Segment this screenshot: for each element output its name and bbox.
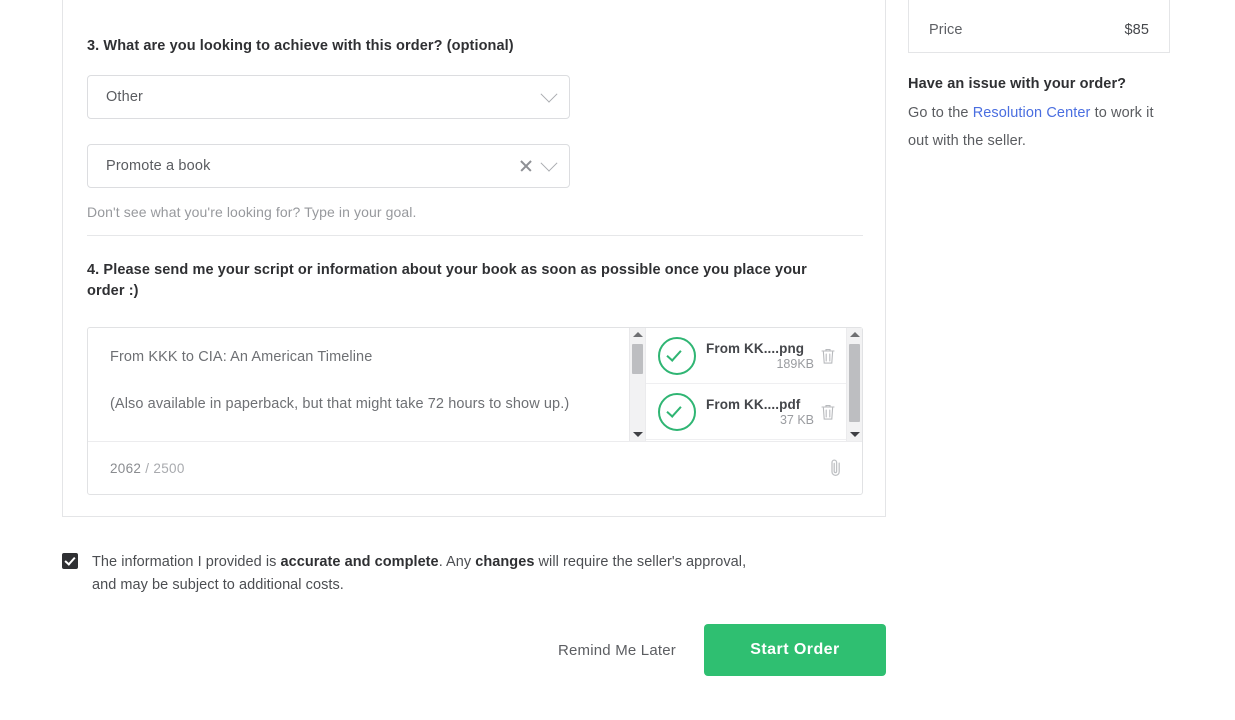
character-counter-current: 2062: [110, 460, 142, 476]
scroll-up-arrow-icon[interactable]: [632, 332, 643, 338]
trash-icon[interactable]: [820, 347, 836, 365]
file-list-scrollbar[interactable]: [846, 328, 862, 442]
file-name: From KK....pdf: [706, 396, 801, 412]
script-textarea-wrapper[interactable]: From KKK to CIA: An American Timeline (A…: [88, 328, 629, 441]
order-summary-card: Price $85: [908, 0, 1170, 53]
confirm-text-bold2: changes: [475, 554, 535, 570]
price-label: Price: [929, 22, 963, 38]
order-form-card: 3. What are you looking to achieve with …: [62, 0, 886, 517]
scrollbar-thumb[interactable]: [632, 344, 643, 375]
goal-tag-select-icons: [519, 145, 558, 187]
order-requirements-page: 3. What are you looking to achieve with …: [0, 0, 1235, 720]
file-size: 37 KB: [779, 412, 814, 427]
issue-title: Have an issue with your order?: [908, 76, 1127, 92]
goal-tag-select-value: Promote a book: [106, 158, 211, 175]
achieve-goal-select[interactable]: Other: [87, 75, 570, 120]
table-row[interactable]: From KK....png 189KB: [646, 328, 846, 385]
start-order-button[interactable]: Start Order: [704, 624, 886, 676]
question-3-label: 3. What are you looking to achieve with …: [87, 38, 514, 54]
file-meta: From KK....png 189KB: [696, 341, 816, 371]
compose-bottom-row: 2062 / 2500: [88, 441, 862, 494]
textarea-scrollbar[interactable]: [629, 328, 645, 442]
check-circle-icon: [658, 392, 696, 431]
check-circle-icon: [658, 336, 696, 375]
scroll-down-arrow-icon[interactable]: [632, 432, 643, 438]
script-textarea-value: From KKK to CIA: An American Timeline (A…: [110, 349, 570, 412]
price-value: $85: [1124, 22, 1149, 38]
chevron-down-icon[interactable]: [540, 85, 558, 103]
scroll-down-arrow-icon[interactable]: [849, 432, 860, 438]
accuracy-checkbox[interactable]: [62, 553, 78, 569]
file-size: 189KB: [776, 356, 814, 371]
compose-top-row: From KKK to CIA: An American Timeline (A…: [88, 328, 862, 442]
question-4-label: 4. Please send me your script or informa…: [87, 262, 807, 300]
close-x-icon[interactable]: [519, 159, 533, 173]
resolution-center-link[interactable]: Resolution Center: [973, 105, 1091, 121]
paperclip-icon[interactable]: [828, 457, 844, 479]
confirm-text-part2: . Any: [438, 554, 476, 570]
character-counter: 2062 / 2500: [110, 461, 185, 476]
file-name: From KK....png: [706, 340, 805, 356]
question-3-block: 3. What are you looking to achieve with …: [87, 36, 863, 220]
confirmation-row[interactable]: The information I provided is accurate a…: [62, 551, 762, 597]
trash-icon[interactable]: [820, 403, 836, 421]
issue-body: Go to the Resolution Center to work it o…: [908, 100, 1170, 155]
confirm-text-part1: The information I provided is: [92, 554, 281, 570]
remind-me-later-button[interactable]: Remind Me Later: [554, 636, 680, 665]
confirm-text-bold1: accurate and complete: [280, 554, 439, 570]
scrollbar-thumb[interactable]: [849, 344, 860, 423]
confirmation-text: The information I provided is accurate a…: [78, 551, 762, 597]
character-counter-separator: /: [145, 460, 150, 476]
action-bar: Remind Me Later Start Order: [0, 624, 886, 676]
scroll-up-arrow-icon[interactable]: [849, 332, 860, 338]
chevron-down-icon[interactable]: [540, 154, 558, 172]
question-4-block: 4. Please send me your script or informa…: [87, 260, 863, 496]
character-counter-max: 2500: [153, 460, 185, 476]
achieve-goal-select-value: Other: [106, 89, 144, 106]
attached-files-pane: From KK....png 189KB From KK....pdf 37 K…: [645, 328, 846, 442]
price-row: Price $85: [929, 22, 1149, 38]
issue-prefix: Go to the: [908, 105, 973, 121]
file-meta: From KK....pdf 37 KB: [696, 397, 816, 427]
goal-hint-text: Don't see what you're looking for? Type …: [87, 204, 417, 221]
table-row[interactable]: From KK....pdf 37 KB: [646, 384, 846, 441]
achieve-goal-select-icons: [540, 76, 558, 118]
script-compose-box: From KKK to CIA: An American Timeline (A…: [87, 327, 863, 496]
goal-tag-select[interactable]: Promote a book: [87, 144, 570, 189]
section-divider: [87, 235, 863, 236]
resolution-help-block: Have an issue with your order? Go to the…: [908, 76, 1170, 155]
